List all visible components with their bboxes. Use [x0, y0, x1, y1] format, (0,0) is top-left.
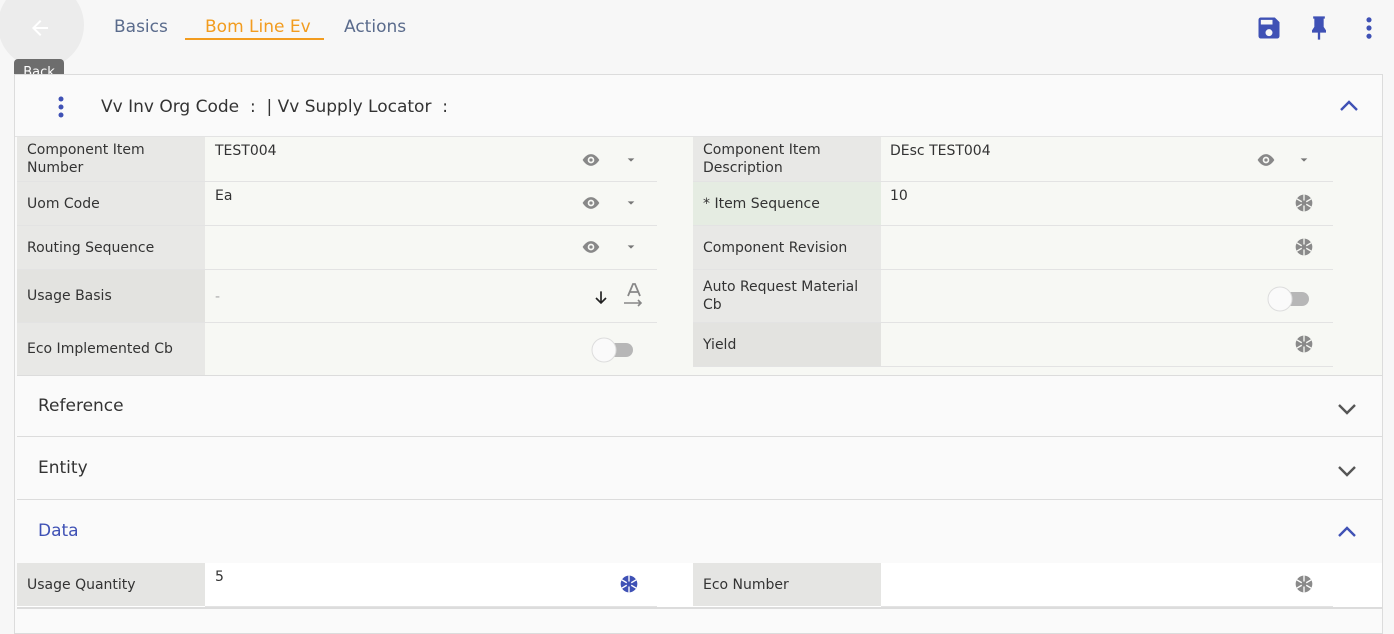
active-tab-indicator: [185, 38, 324, 40]
eye-icon[interactable]: [581, 150, 601, 170]
aperture-icon[interactable]: [1294, 334, 1314, 354]
reference-section-header[interactable]: Reference: [17, 375, 1382, 437]
chevron-down-icon[interactable]: [1337, 464, 1357, 478]
arrow-down-icon[interactable]: [591, 288, 611, 308]
arrow-left-icon[interactable]: [28, 14, 52, 42]
field-grid: Component Item Number TEST004 Uom Code E…: [17, 137, 1382, 375]
chevron-up-icon[interactable]: [1339, 99, 1359, 113]
component-item-number-label: Component Item Number: [17, 137, 205, 181]
entity-section-header[interactable]: Entity: [17, 438, 1382, 500]
card-header-title: Vv Inv Org Code : | Vv Supply Locator :: [101, 97, 448, 117]
component-item-description-value[interactable]: DEsc TEST004: [890, 143, 991, 159]
auto-request-material-toggle[interactable]: [1267, 286, 1313, 312]
usage-quantity-label: Usage Quantity: [17, 563, 205, 606]
save-icon[interactable]: [1255, 14, 1283, 42]
eye-icon[interactable]: [1256, 150, 1276, 170]
component-revision-label: Component Revision: [693, 226, 881, 269]
usage-quantity-value[interactable]: 5: [215, 569, 224, 585]
uom-code-value[interactable]: Ea: [215, 188, 232, 204]
dropdown-arrow-icon[interactable]: [621, 237, 641, 257]
top-bar: Back Basics Bom Line Ev Actions: [0, 0, 1394, 87]
text-direction-icon[interactable]: [622, 282, 646, 308]
section-divider: [17, 607, 1382, 609]
data-field-grid: Usage Quantity 5 Eco Number: [17, 563, 1382, 607]
routing-sequence-label: Routing Sequence: [17, 226, 205, 269]
yield-label: Yield: [693, 323, 881, 366]
aperture-icon[interactable]: [1294, 574, 1314, 594]
tab-bom-line-ev[interactable]: Bom Line Ev: [205, 17, 311, 37]
dropdown-arrow-icon[interactable]: [1294, 150, 1314, 170]
eco-implemented-cb-label: Eco Implemented Cb: [17, 323, 205, 375]
aperture-icon[interactable]: [1294, 237, 1314, 257]
item-sequence-value[interactable]: 10: [890, 188, 908, 204]
eye-icon[interactable]: [581, 237, 601, 257]
eco-implemented-toggle[interactable]: [591, 337, 637, 363]
data-section-title: Data: [38, 521, 79, 541]
row-divider: [693, 366, 1333, 367]
component-item-number-value[interactable]: TEST004: [215, 143, 277, 159]
component-item-description-label: Component Item Description: [693, 137, 881, 181]
usage-basis-value[interactable]: -: [215, 289, 220, 305]
aperture-icon[interactable]: [1294, 193, 1314, 213]
eco-number-label: Eco Number: [693, 563, 881, 606]
bom-line-card: Vv Inv Org Code : | Vv Supply Locator : …: [14, 74, 1383, 634]
card-header[interactable]: Vv Inv Org Code : | Vv Supply Locator :: [15, 75, 1382, 137]
data-section-header[interactable]: Data: [17, 501, 1382, 563]
entity-section-title: Entity: [38, 458, 88, 478]
eye-icon[interactable]: [581, 193, 601, 213]
reference-section-title: Reference: [38, 396, 124, 416]
pin-icon[interactable]: [1305, 14, 1333, 42]
dropdown-arrow-icon[interactable]: [621, 150, 641, 170]
chevron-up-icon[interactable]: [1337, 525, 1357, 539]
auto-request-material-cb-label: Auto Request Material Cb: [693, 270, 881, 322]
tab-basics[interactable]: Basics: [114, 17, 168, 37]
aperture-icon[interactable]: [619, 574, 639, 594]
item-sequence-label: * Item Sequence: [693, 182, 881, 225]
uom-code-label: Uom Code: [17, 182, 205, 225]
chevron-down-icon[interactable]: [1337, 402, 1357, 416]
more-vertical-icon[interactable]: [1355, 14, 1383, 42]
tab-actions[interactable]: Actions: [344, 17, 406, 37]
more-vertical-icon[interactable]: [53, 95, 69, 119]
usage-basis-label: Usage Basis: [17, 270, 205, 322]
dropdown-arrow-icon[interactable]: [621, 193, 641, 213]
